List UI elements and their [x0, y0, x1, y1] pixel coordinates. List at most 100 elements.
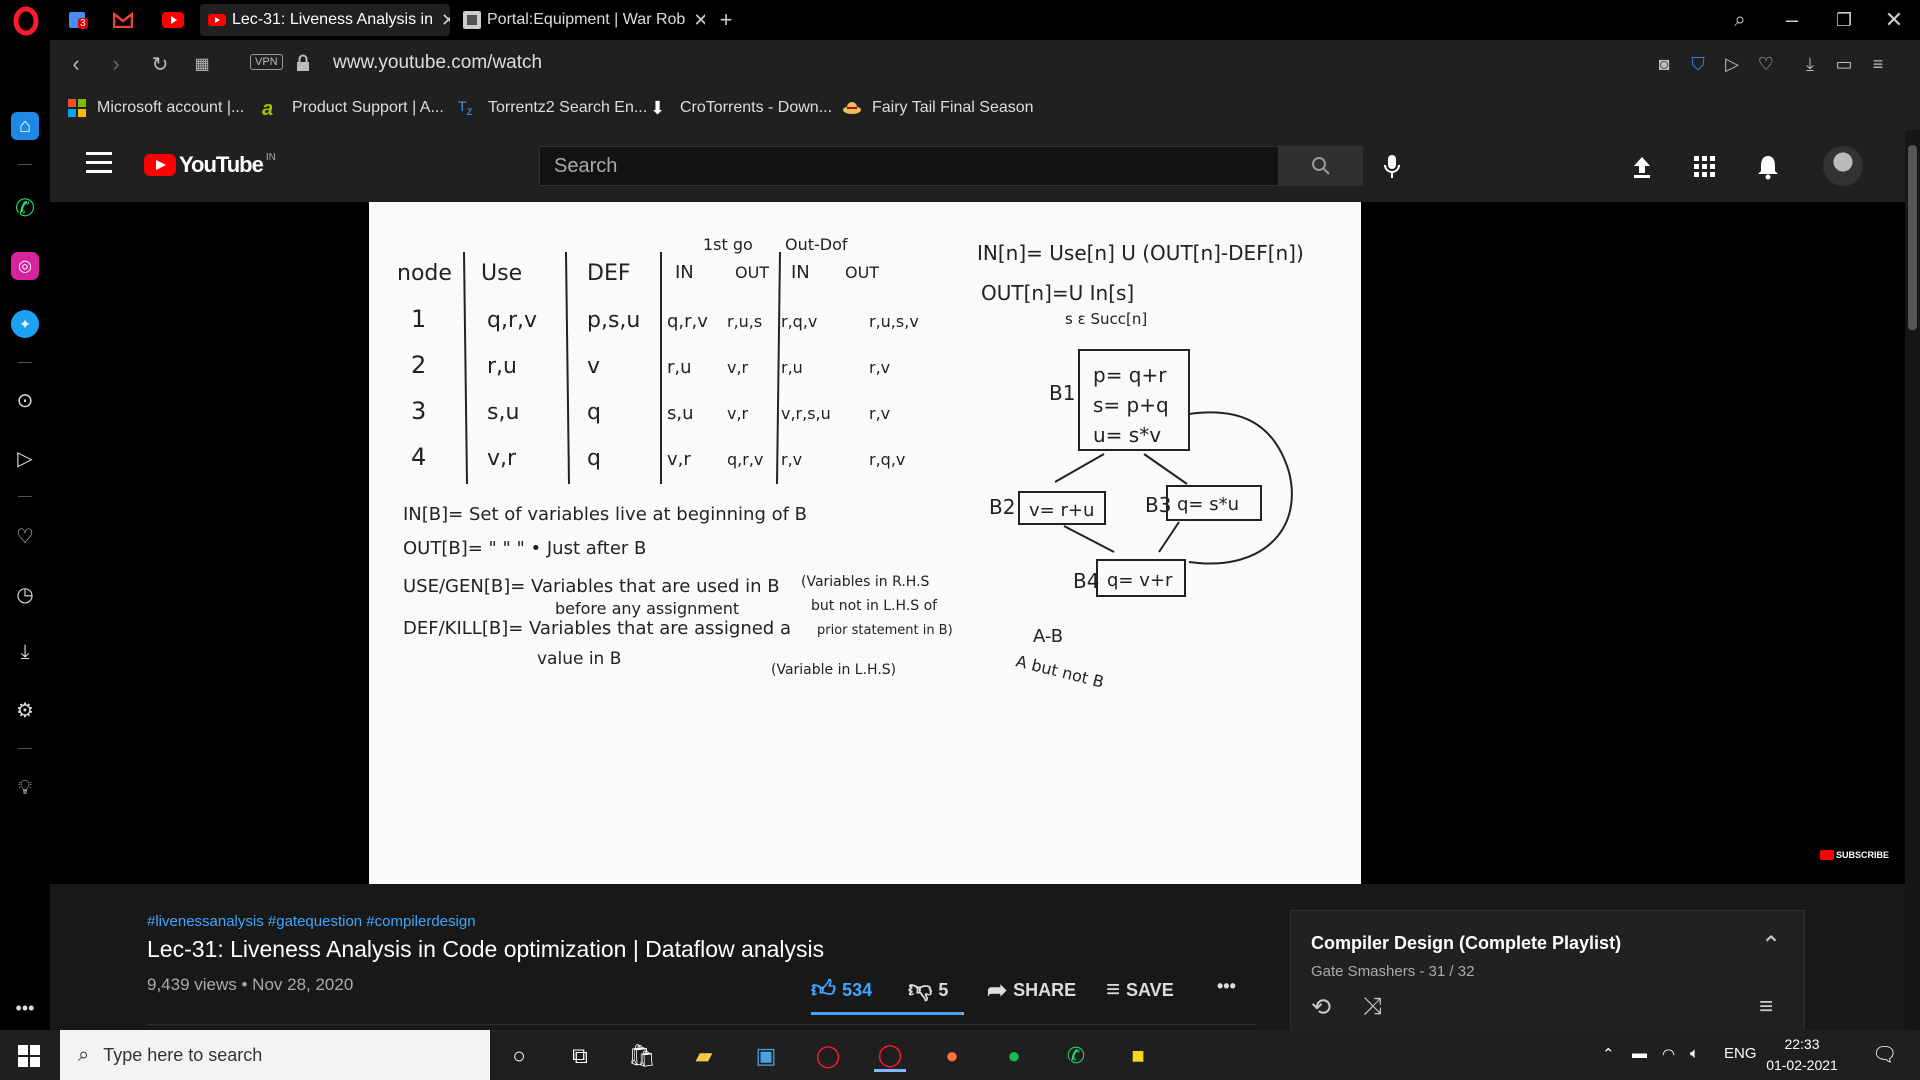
- flow-icon[interactable]: ▷: [11, 444, 39, 472]
- bookmark-crotorrents[interactable]: ⬇ CroTorrents - Down...: [650, 98, 832, 118]
- search-button[interactable]: [1279, 146, 1363, 186]
- sticky-notes-icon[interactable]: ■: [1122, 1040, 1154, 1072]
- wifi-icon[interactable]: ◠: [1662, 1045, 1675, 1063]
- restore-button[interactable]: ❐: [1826, 4, 1862, 36]
- table-cell-out1: v,r: [727, 358, 749, 377]
- collapse-chevron-icon[interactable]: ⌃: [1761, 931, 1781, 960]
- shield-icon[interactable]: ⛉: [1686, 52, 1710, 76]
- pinned-tab-gmail[interactable]: [108, 6, 138, 34]
- whiteboard-frame: node Use DEF 1st go IN OUT Out-Dof IN OU…: [369, 202, 1361, 884]
- cortana-icon[interactable]: ○: [503, 1040, 535, 1072]
- home-icon[interactable]: ⌂: [11, 112, 39, 140]
- lock-icon[interactable]: [296, 54, 310, 72]
- opera-logo-icon[interactable]: [8, 6, 44, 36]
- snapshot-icon[interactable]: ◙: [1652, 52, 1676, 76]
- windows-taskbar: ⌕ Type here to search ○ ⧉ 🛍︎ ▰ ▣ ◯ ◯ ● ●…: [0, 1030, 1920, 1080]
- opera-gx-icon[interactable]: ◯: [812, 1040, 844, 1072]
- back-button[interactable]: ‹: [60, 48, 92, 80]
- hashtags[interactable]: #livenessanalysis #gatequestion #compile…: [147, 913, 476, 930]
- spotify-icon[interactable]: ●: [998, 1040, 1030, 1072]
- taskbar-search-input[interactable]: ⌕ Type here to search: [60, 1030, 490, 1080]
- speed-dial-icon[interactable]: ▦: [186, 48, 218, 80]
- page-scrollbar[interactable]: [1905, 130, 1920, 1030]
- photos-icon[interactable]: ▣: [750, 1040, 782, 1072]
- reload-button[interactable]: ↻: [144, 48, 176, 80]
- microphone-icon[interactable]: [1377, 152, 1407, 182]
- forward-button[interactable]: ›: [100, 48, 132, 80]
- battery-icon[interactable]: ▬: [1632, 1045, 1647, 1062]
- instagram-icon[interactable]: ◎: [11, 252, 39, 280]
- share-button[interactable]: ➦ SHARE: [987, 976, 1076, 1005]
- firefox-icon[interactable]: ●: [936, 1040, 968, 1072]
- url-field[interactable]: www.youtube.com/watch: [333, 52, 542, 74]
- pinned-tab-calendar[interactable]: 3: [62, 6, 92, 34]
- scrollbar-thumb[interactable]: [1908, 145, 1917, 330]
- search-input[interactable]: Search: [539, 146, 1279, 186]
- send-icon[interactable]: ▷: [1720, 52, 1744, 76]
- task-view-icon[interactable]: ⧉: [564, 1040, 596, 1072]
- easy-setup-icon[interactable]: ≡: [1866, 52, 1890, 76]
- table-cell-out1: q,r,v: [727, 450, 763, 469]
- tab-portal-equipment[interactable]: Portal:Equipment | War Rob ✕: [455, 4, 705, 36]
- notifications-icon[interactable]: 🗨︎: [1872, 1042, 1897, 1067]
- close-window-button[interactable]: ✕: [1876, 4, 1912, 36]
- notifications-bell-icon[interactable]: [1753, 152, 1783, 182]
- file-explorer-icon[interactable]: ▰: [688, 1040, 720, 1072]
- loop-icon[interactable]: ⟲: [1311, 993, 1331, 1022]
- search-tabs-icon[interactable]: ⌕: [1722, 4, 1758, 36]
- table-cell-in1: s,u: [667, 403, 694, 424]
- tab-liveness-analysis[interactable]: Lec-31: Liveness Analysis in ✕: [200, 4, 450, 36]
- pinned-tab-youtube[interactable]: [158, 6, 188, 34]
- more-options-icon[interactable]: •••: [11, 994, 39, 1022]
- history-icon[interactable]: ◷: [11, 580, 39, 608]
- whatsapp-icon[interactable]: ✆: [1060, 1040, 1092, 1072]
- vpn-badge[interactable]: VPN: [250, 54, 283, 70]
- opera-icon[interactable]: ◯: [874, 1040, 906, 1072]
- tray-expand-icon[interactable]: ⌃: [1602, 1045, 1615, 1063]
- minimize-button[interactable]: –: [1774, 4, 1810, 36]
- heart-icon[interactable]: ♡: [1754, 52, 1778, 76]
- battery-saver-icon[interactable]: ▭: [1832, 52, 1856, 76]
- apps-grid-icon[interactable]: [1690, 152, 1720, 182]
- settings-gear-icon[interactable]: ⚙: [11, 696, 39, 724]
- subscribe-watermark[interactable]: SUBSCRIBE: [1820, 850, 1889, 860]
- header-out-1: OUT: [735, 263, 769, 282]
- clock[interactable]: 22:33 01-02-2021: [1762, 1034, 1842, 1076]
- new-tab-button[interactable]: +: [708, 4, 744, 36]
- twitter-icon[interactable]: ✦: [11, 310, 39, 338]
- bookmark-microsoft[interactable]: Microsoft account |...: [67, 98, 244, 118]
- player-icon[interactable]: ⊙: [11, 386, 39, 414]
- playlist-menu-icon[interactable]: ≡: [1759, 993, 1773, 1021]
- video-player[interactable]: node Use DEF 1st go IN OUT Out-Dof IN OU…: [50, 202, 1905, 884]
- download-icon[interactable]: ⤓: [1798, 52, 1822, 76]
- dislike-button[interactable]: 👎︎ 5: [908, 976, 948, 1004]
- playlist-subtitle[interactable]: Gate Smashers - 31 / 32: [1311, 963, 1474, 980]
- playlist-title[interactable]: Compiler Design (Complete Playlist): [1311, 933, 1621, 954]
- like-button[interactable]: 👍︎ 534: [811, 976, 872, 1004]
- bookmark-fairy-tail[interactable]: Fairy Tail Final Season: [842, 98, 1034, 118]
- avatar[interactable]: [1823, 146, 1863, 186]
- more-actions-icon[interactable]: •••: [1217, 976, 1236, 997]
- close-tab-icon[interactable]: ✕: [693, 10, 705, 31]
- close-tab-icon[interactable]: ✕: [441, 10, 450, 31]
- shuffle-icon[interactable]: ⤨: [1363, 993, 1382, 1021]
- video-meta: 9,439 views • Nov 28, 2020: [147, 975, 354, 994]
- youtube-logo[interactable]: YouTube IN: [144, 152, 276, 178]
- bookmarks-heart-icon[interactable]: ♡: [11, 522, 39, 550]
- bookmark-product-support[interactable]: a Product Support | A...: [262, 98, 444, 120]
- table-cell-in1: v,r: [667, 449, 691, 470]
- whatsapp-icon[interactable]: ✆: [11, 194, 39, 222]
- equation-succ: s ε Succ[n]: [1065, 310, 1147, 328]
- bookmark-torrentz[interactable]: Tz Torrentz2 Search En...: [458, 98, 647, 118]
- volume-icon[interactable]: 🔈︎: [1690, 1045, 1699, 1062]
- menu-icon[interactable]: [86, 152, 112, 180]
- upload-icon[interactable]: [1627, 152, 1657, 182]
- language-indicator[interactable]: ENG: [1724, 1045, 1757, 1062]
- tips-lightbulb-icon[interactable]: 💡︎: [11, 774, 39, 802]
- save-button[interactable]: ≡ SAVE: [1106, 976, 1174, 1004]
- store-icon[interactable]: 🛍︎: [626, 1040, 658, 1072]
- windows-start-icon[interactable]: [18, 1045, 40, 1067]
- downloads-icon[interactable]: ⤓: [11, 638, 39, 666]
- share-arrow-icon: ➦: [987, 977, 1008, 1004]
- block-b2: v= r+u: [1029, 500, 1094, 521]
